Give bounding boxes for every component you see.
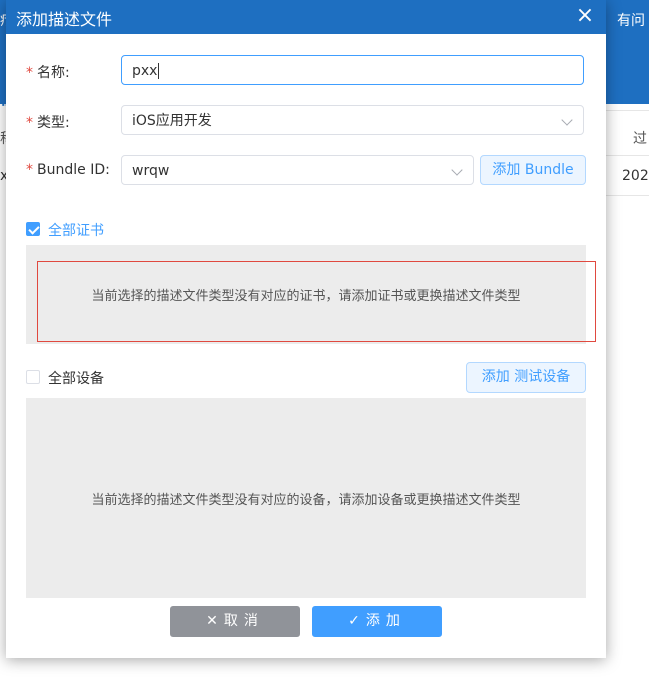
cancel-button[interactable]: ✕ 取消 bbox=[170, 606, 300, 637]
form-row-type: * 类型: iOS应用开发 bbox=[6, 105, 606, 137]
add-button-label: 添加 bbox=[365, 613, 406, 629]
type-select-value: iOS应用开发 bbox=[132, 113, 212, 129]
chevron-down-icon bbox=[561, 114, 573, 126]
bundle-label: * Bundle ID: bbox=[26, 162, 110, 178]
name-input-value: pxx bbox=[132, 63, 158, 79]
table-cell-expiry: 202 bbox=[622, 168, 649, 184]
text-caret bbox=[158, 63, 160, 79]
required-mark: * bbox=[26, 162, 33, 178]
type-select[interactable]: iOS应用开发 bbox=[121, 105, 584, 135]
bundle-select-value: wrqw bbox=[132, 163, 170, 179]
name-label: * 名称: bbox=[26, 65, 70, 81]
add-test-device-button[interactable]: 添加 测试设备 bbox=[466, 362, 586, 393]
form-row-name: * 名称: pxx bbox=[6, 55, 606, 87]
cancel-button-label: 取消 bbox=[223, 613, 264, 629]
highlight-box bbox=[37, 261, 596, 342]
required-mark: * bbox=[26, 115, 33, 131]
add-bundle-button[interactable]: 添加 Bundle bbox=[480, 155, 586, 185]
name-input[interactable]: pxx bbox=[121, 55, 584, 85]
close-icon: ✕ bbox=[206, 613, 218, 629]
chevron-down-icon bbox=[451, 164, 463, 176]
dialog-title: 添加描述文件 bbox=[16, 10, 113, 29]
check-icon: ✓ bbox=[348, 613, 360, 629]
table-divider bbox=[605, 195, 649, 196]
devices-panel: 当前选择的描述文件类型没有对应的设备，请添加设备或更换描述文件类型 bbox=[26, 398, 586, 598]
all-devices-label[interactable]: 全部设备 bbox=[48, 368, 104, 388]
all-certificates-checkbox[interactable] bbox=[26, 222, 40, 236]
devices-empty-message: 当前选择的描述文件类型没有对应的设备，请添加设备或更换描述文件类型 bbox=[91, 492, 521, 508]
add-button[interactable]: ✓ 添加 bbox=[312, 606, 442, 637]
table-header-expiry: 过 bbox=[633, 131, 647, 147]
all-certificates-label[interactable]: 全部证书 bbox=[48, 220, 104, 240]
all-devices-checkbox[interactable] bbox=[26, 370, 40, 384]
table-divider bbox=[605, 110, 649, 111]
required-mark: * bbox=[26, 65, 33, 81]
table-divider bbox=[605, 155, 649, 156]
bundle-select[interactable]: wrqw bbox=[121, 155, 474, 185]
type-label: * 类型: bbox=[26, 115, 70, 131]
form-row-bundle: * Bundle ID: wrqw 添加 Bundle bbox=[6, 155, 606, 187]
app-header-help-link[interactable]: 有问 bbox=[617, 10, 645, 30]
close-icon[interactable]: × bbox=[574, 5, 596, 27]
dialog-header: 添加描述文件 × bbox=[6, 0, 606, 34]
